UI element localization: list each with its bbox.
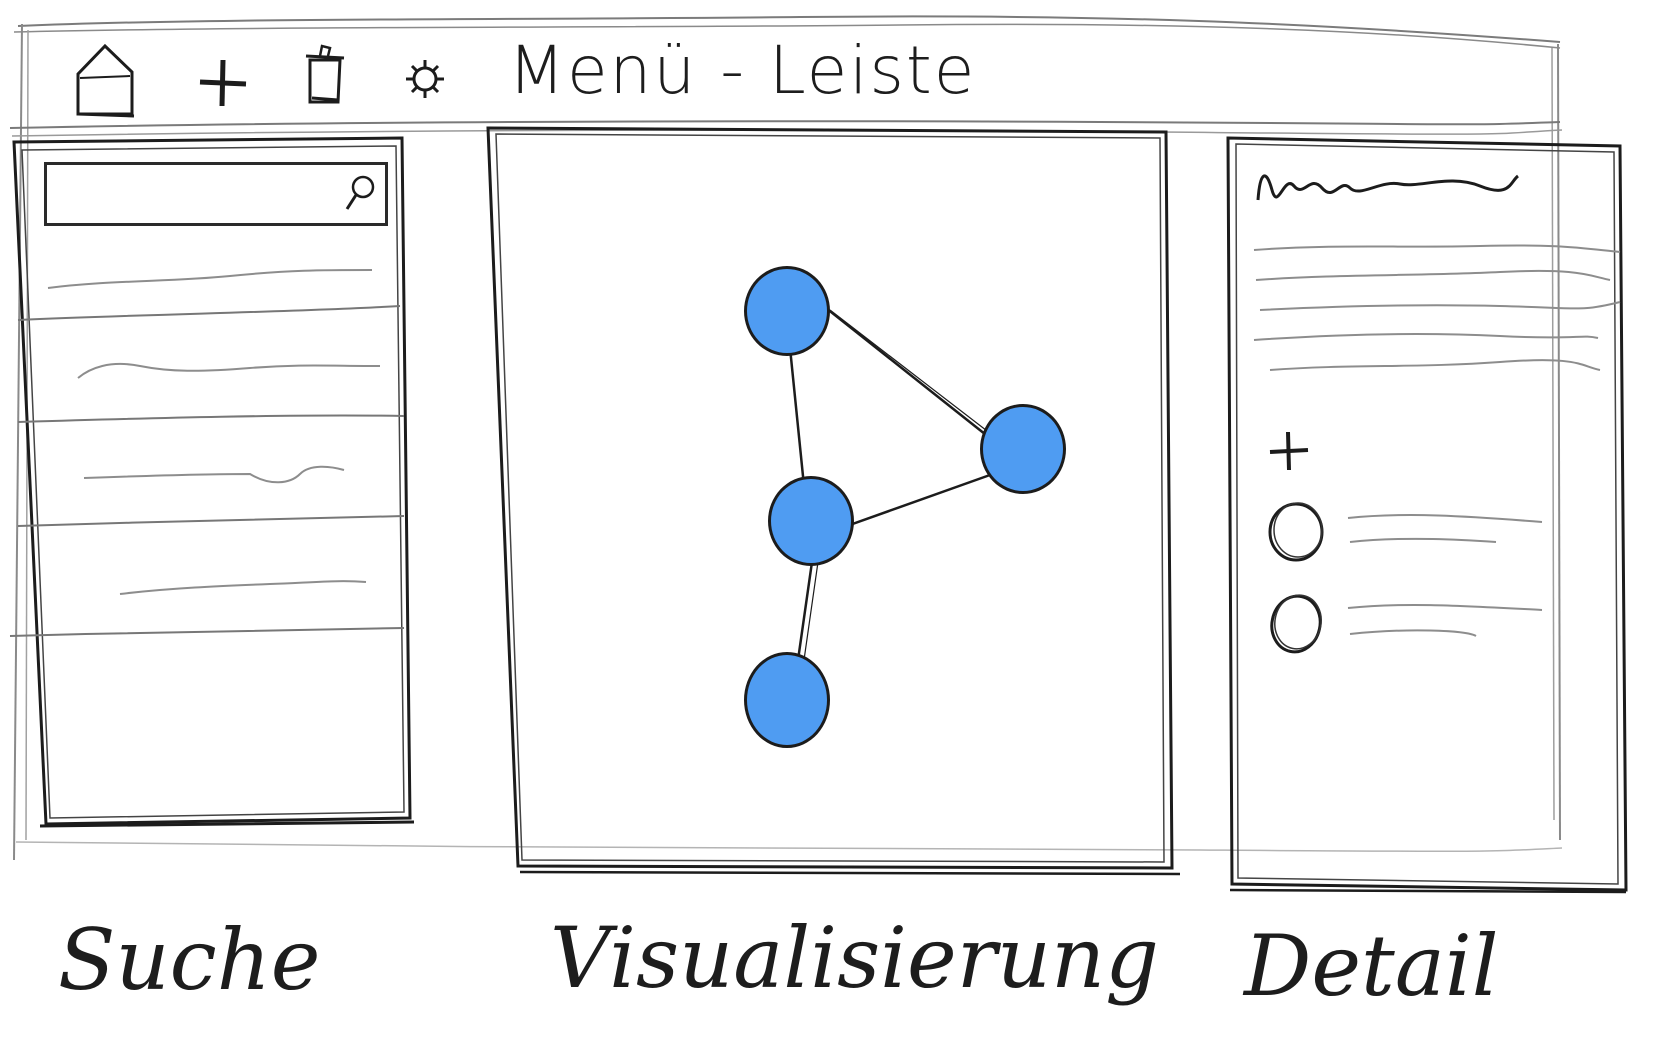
graph-edge	[796, 561, 814, 661]
graph-node[interactable]	[744, 266, 830, 356]
plus-icon[interactable]	[1266, 428, 1312, 474]
graph-edge	[829, 468, 1005, 534]
graph-node[interactable]	[980, 404, 1066, 494]
visualization-panel-caption: Visualisierung	[550, 909, 1159, 1007]
radio-option-label	[1347, 514, 1543, 543]
radio-button[interactable]	[1262, 496, 1332, 566]
radio-button[interactable]	[1262, 588, 1332, 658]
graph-edge	[829, 309, 1005, 445]
graph-edge	[825, 307, 1001, 447]
search-panel-caption: Suche	[58, 911, 321, 1009]
graph-node[interactable]	[768, 476, 854, 566]
detail-heading	[1256, 174, 1520, 201]
graph-node[interactable]	[744, 652, 830, 748]
radio-option-label	[1347, 603, 1543, 637]
detail-panel-caption: Detail	[1244, 917, 1499, 1015]
detail-description	[1253, 244, 1621, 371]
